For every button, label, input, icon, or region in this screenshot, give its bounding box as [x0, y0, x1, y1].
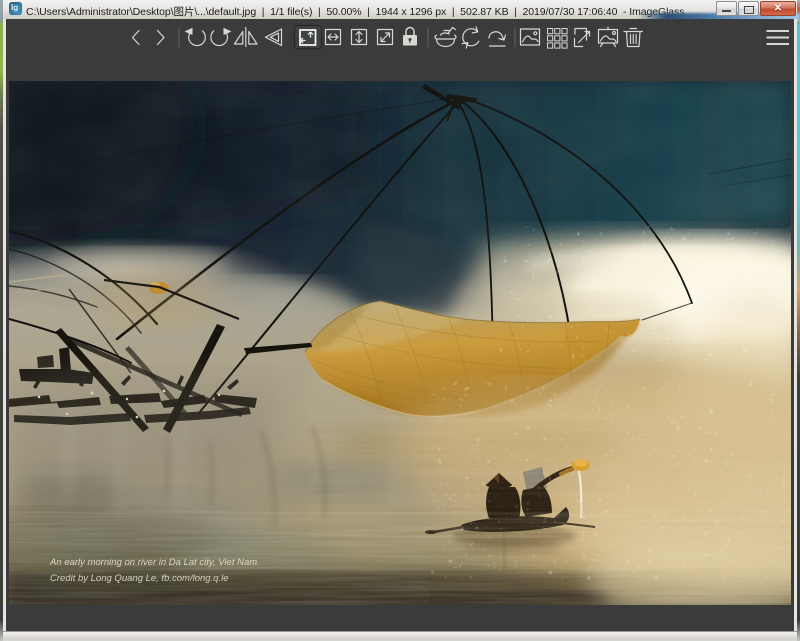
- svg-text:An early morning on river in D: An early morning on river in Da Lat city…: [49, 557, 260, 568]
- svg-text:Credit by Long Quang Le, fb.co: Credit by Long Quang Le, fb.com/long.q.l…: [50, 573, 229, 584]
